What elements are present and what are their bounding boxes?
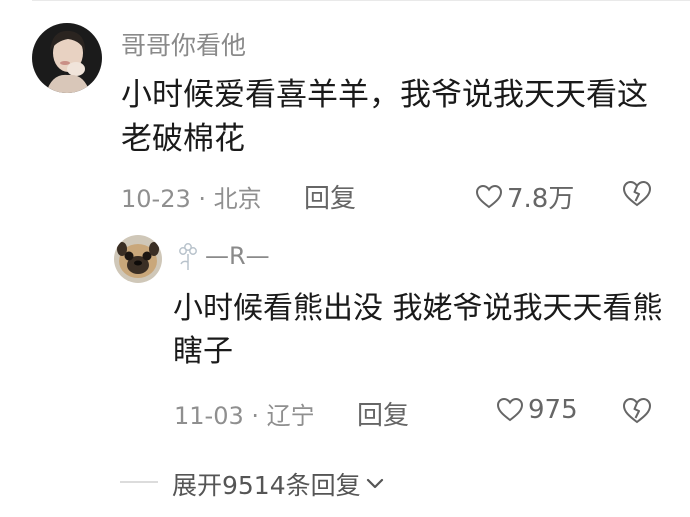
reply-text: 小时候看熊出没 我姥爷说我天天看熊瞎子 — [173, 291, 663, 369]
like-button[interactable]: 975 — [496, 395, 578, 425]
broken-heart-icon — [622, 180, 652, 207]
like-count: 7.8万 — [507, 184, 575, 214]
comment-location: 北京 — [213, 185, 262, 213]
like-button[interactable]: 7.8万 — [475, 178, 574, 215]
divider — [32, 0, 690, 1]
comment-date: 10-23 — [121, 185, 191, 213]
comment-text: 小时候爱看喜羊羊，我爷说我天天看这老破棉花 — [121, 77, 648, 158]
dislike-button[interactable] — [622, 397, 652, 429]
avatar[interactable] — [114, 235, 162, 283]
comment-thread: 哥哥你看他 小时候爱看喜羊羊，我爷说我天天看这老破棉花 10-23 · 北京 回… — [0, 0, 690, 517]
reply-username-row[interactable]: —R— — [175, 240, 270, 272]
expand-label: 展开9514条回复 — [172, 471, 361, 500]
expand-replies-button[interactable]: 展开9514条回复 — [172, 466, 385, 502]
meta-separator: · — [198, 185, 207, 213]
heart-outline-icon — [475, 184, 503, 208]
meta-separator: · — [251, 402, 260, 430]
pug-dog-avatar-icon — [114, 235, 162, 283]
chevron-down-icon — [366, 478, 383, 489]
heart-outline-icon — [496, 397, 524, 422]
small-flower-icon — [179, 243, 197, 270]
username[interactable]: 哥哥你看他 — [121, 26, 246, 62]
broken-heart-icon — [622, 397, 652, 424]
reply-button[interactable]: 回复 — [304, 178, 356, 215]
girl-photo-avatar-icon — [32, 23, 102, 93]
avatar[interactable] — [32, 23, 102, 93]
reply-location: 辽宁 — [266, 402, 315, 430]
comment-meta: 10-23 · 北京 — [121, 179, 262, 214]
reply-button[interactable]: 回复 — [357, 395, 409, 432]
expand-divider — [120, 481, 158, 483]
username[interactable]: —R— — [205, 242, 270, 270]
dislike-button[interactable] — [622, 180, 652, 212]
reply-date: 11-03 — [174, 402, 244, 430]
like-count: 975 — [528, 395, 578, 425]
reply-meta: 11-03 · 辽宁 — [174, 396, 315, 431]
